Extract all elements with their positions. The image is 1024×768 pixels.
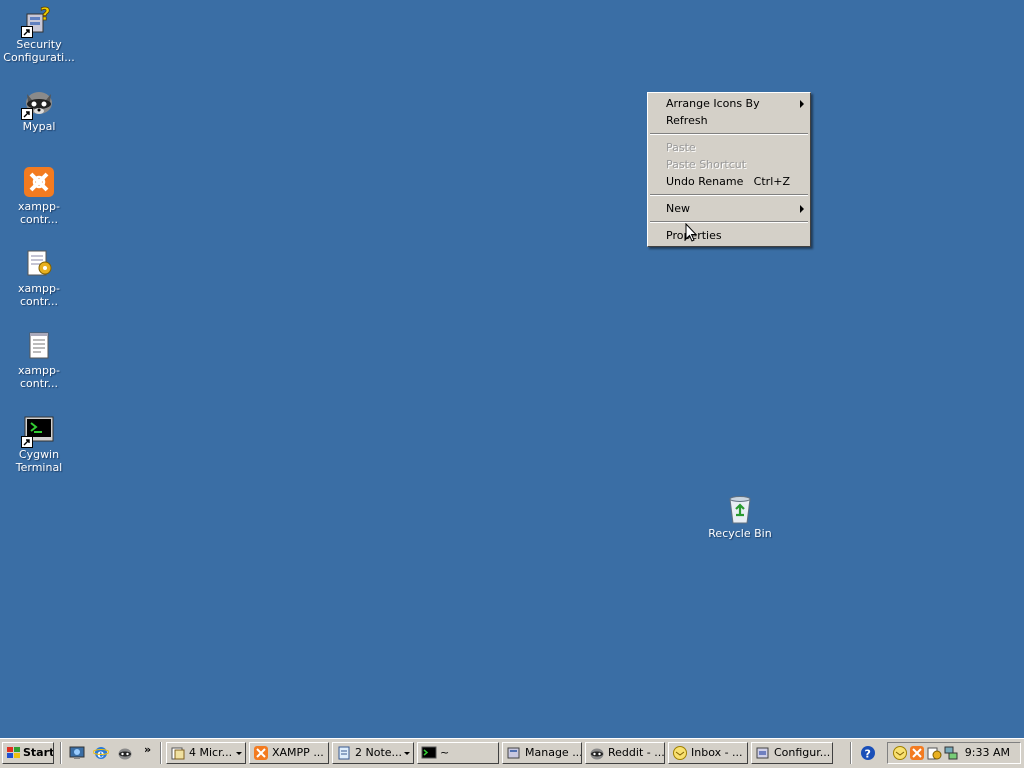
quick-launch-more-button[interactable]: » xyxy=(144,743,151,756)
task-button-inbox[interactable]: Inbox - ... xyxy=(668,742,748,764)
desktop-icon-xampp-control[interactable]: xampp-contr... xyxy=(1,166,77,226)
menu-item-label: Undo Rename xyxy=(666,175,744,188)
desktop-icon-xampp-control-config[interactable]: xampp-contr... xyxy=(1,248,77,308)
show-desktop-icon[interactable] xyxy=(69,745,85,761)
menu-item-undo-rename[interactable]: Undo Rename Ctrl+Z xyxy=(648,173,810,190)
desktop-icon-label: Mypal xyxy=(22,120,56,133)
task-button-notepad-group[interactable]: 2 Note... xyxy=(332,742,414,764)
desktop-icon-label: Recycle Bin xyxy=(708,527,772,540)
terminal-icon xyxy=(21,414,55,448)
task-button-label: 2 Note... xyxy=(355,746,403,759)
taskbar-divider xyxy=(850,742,852,764)
menu-item-new[interactable]: New xyxy=(648,200,810,217)
start-label: Start xyxy=(23,746,54,759)
shortcut-arrow-icon xyxy=(21,26,33,38)
desktop-icon-label: Security Configurati... xyxy=(3,38,75,64)
menu-item-label: New xyxy=(666,202,690,215)
config-tray-icon[interactable] xyxy=(926,745,942,761)
menu-separator xyxy=(650,194,808,196)
recycle-bin-icon xyxy=(724,493,756,525)
text-file-icon xyxy=(23,330,55,362)
desktop-icon-security-config[interactable]: ? Security Configurati... xyxy=(1,4,77,64)
terminal-icon xyxy=(421,745,437,761)
raccoon-icon xyxy=(589,745,605,761)
network-tray-icon[interactable] xyxy=(943,745,959,761)
security-config-icon: ? xyxy=(21,4,55,38)
folder-icon xyxy=(170,745,186,761)
menu-item-label: Paste Shortcut xyxy=(666,158,747,171)
config-file-icon xyxy=(23,248,55,280)
desktop[interactable]: ? Security Configurati... Mypal xampp-co… xyxy=(0,0,1024,738)
task-button-reddit[interactable]: Reddit - ... xyxy=(585,742,665,764)
config-icon xyxy=(755,745,771,761)
task-button-label: Manage ... xyxy=(525,746,582,759)
shortcut-arrow-icon xyxy=(21,436,33,448)
submenu-arrow-icon xyxy=(800,205,804,213)
manage-icon xyxy=(506,745,522,761)
menu-item-paste: Paste xyxy=(648,139,810,156)
svg-text:?: ? xyxy=(40,4,50,25)
submenu-arrow-icon xyxy=(800,100,804,108)
xampp-icon xyxy=(23,166,55,198)
task-button-label: Inbox - ... xyxy=(691,746,743,759)
group-dropdown-arrow-icon xyxy=(404,752,410,755)
taskbar-divider xyxy=(160,742,162,764)
menu-separator xyxy=(650,221,808,223)
xampp-icon xyxy=(253,745,269,761)
task-button-configure[interactable]: Configur... xyxy=(751,742,833,764)
taskbar-divider xyxy=(60,742,62,764)
task-button-microsoft-group[interactable]: 4 Micr... xyxy=(166,742,246,764)
mouse-cursor-icon xyxy=(685,222,699,243)
task-button-label: XAMPP ... xyxy=(272,746,324,759)
help-icon[interactable]: ? xyxy=(860,745,876,761)
desktop-icon-mypal[interactable]: Mypal xyxy=(1,86,77,133)
desktop-icon-label: Cygwin Terminal xyxy=(15,448,63,474)
mail-tray-icon[interactable] xyxy=(892,745,908,761)
menu-item-label: Paste xyxy=(666,141,696,154)
internet-explorer-icon[interactable]: e xyxy=(93,745,109,761)
menu-item-shortcut: Ctrl+Z xyxy=(753,175,790,188)
clock[interactable]: 9:33 AM xyxy=(965,746,1010,759)
task-button-label: Configur... xyxy=(774,746,831,759)
menu-item-label: Refresh xyxy=(666,114,708,127)
system-tray: 9:33 AM xyxy=(887,742,1021,764)
start-button[interactable]: Start xyxy=(2,742,54,764)
menu-item-arrange-icons-by[interactable]: Arrange Icons By xyxy=(648,95,810,112)
menu-separator xyxy=(650,133,808,135)
menu-item-refresh[interactable]: Refresh xyxy=(648,112,810,129)
desktop-icon-xampp-control-text[interactable]: xampp-contr... xyxy=(1,330,77,390)
svg-text:?: ? xyxy=(865,748,871,761)
raccoon-icon[interactable] xyxy=(117,745,133,761)
raccoon-icon xyxy=(21,86,55,120)
task-button-label: ~ xyxy=(440,746,450,759)
menu-item-properties[interactable]: Properties xyxy=(648,227,810,244)
taskbar: Start e » 4 Micr... XAMPP ... 2 Note... … xyxy=(0,738,1024,768)
xampp-tray-icon[interactable] xyxy=(909,745,925,761)
desktop-icon-label: xampp-contr... xyxy=(18,364,60,390)
menu-item-paste-shortcut: Paste Shortcut xyxy=(648,156,810,173)
task-button-xampp[interactable]: XAMPP ... xyxy=(249,742,329,764)
mail-icon xyxy=(672,745,688,761)
desktop-icon-label: xampp-contr... xyxy=(18,200,60,226)
task-button-cygwin-terminal[interactable]: ~ xyxy=(417,742,499,764)
menu-item-label: Arrange Icons By xyxy=(666,97,760,110)
group-dropdown-arrow-icon xyxy=(236,752,242,755)
desktop-icon-cygwin-terminal[interactable]: Cygwin Terminal xyxy=(1,414,77,474)
task-button-label: Reddit - ... xyxy=(608,746,665,759)
notepad-icon xyxy=(336,745,352,761)
task-button-manage[interactable]: Manage ... xyxy=(502,742,582,764)
shortcut-arrow-icon xyxy=(21,108,33,120)
desktop-context-menu: Arrange Icons By Refresh Paste Paste Sho… xyxy=(647,92,811,247)
desktop-icon-recycle-bin[interactable]: Recycle Bin xyxy=(702,493,778,540)
windows-logo-icon xyxy=(6,745,22,761)
desktop-icon-label: xampp-contr... xyxy=(18,282,60,308)
task-button-label: 4 Micr... xyxy=(189,746,233,759)
